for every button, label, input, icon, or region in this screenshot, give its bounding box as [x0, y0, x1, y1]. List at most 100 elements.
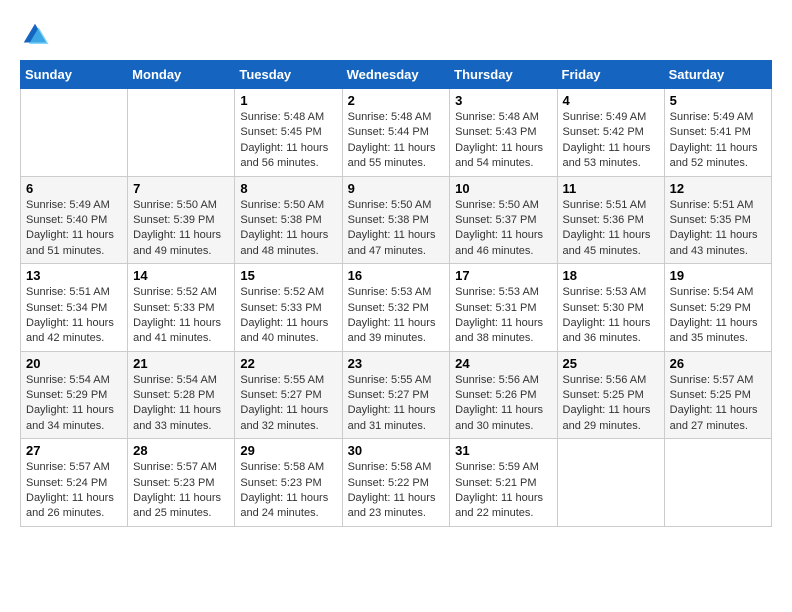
day-info: Sunrise: 5:54 AMSunset: 5:29 PMDaylight:…: [26, 373, 122, 435]
calendar-cell: 20 Sunrise: 5:54 AMSunset: 5:29 PMDayligh…: [21, 351, 128, 439]
weekday-header: Friday: [557, 61, 664, 89]
calendar-cell: 28 Sunrise: 5:57 AMSunset: 5:23 PMDayligh…: [128, 439, 235, 527]
day-info: Sunrise: 5:56 AMSunset: 5:25 PMDaylight:…: [563, 373, 659, 435]
day-number: 25: [563, 356, 659, 371]
day-number: 14: [133, 268, 229, 283]
weekday-header: Monday: [128, 61, 235, 89]
day-info: Sunrise: 5:57 AMSunset: 5:24 PMDaylight:…: [26, 460, 122, 522]
day-number: 18: [563, 268, 659, 283]
calendar-cell: 9 Sunrise: 5:50 AMSunset: 5:38 PMDaylight…: [342, 176, 450, 264]
page-header: [20, 20, 772, 50]
day-number: 17: [455, 268, 551, 283]
day-info: Sunrise: 5:49 AMSunset: 5:40 PMDaylight:…: [26, 198, 122, 260]
calendar-cell: [128, 89, 235, 177]
day-info: Sunrise: 5:58 AMSunset: 5:23 PMDaylight:…: [240, 460, 336, 522]
day-info: Sunrise: 5:50 AMSunset: 5:39 PMDaylight:…: [133, 198, 229, 260]
weekday-header: Thursday: [450, 61, 557, 89]
day-number: 8: [240, 181, 336, 196]
weekday-header: Tuesday: [235, 61, 342, 89]
day-number: 5: [670, 93, 766, 108]
calendar-cell: 14Sunrise: 5:52 AMSunset: 5:33 PMDayligh…: [128, 264, 235, 352]
day-number: 1: [240, 93, 336, 108]
calendar-cell: [664, 439, 771, 527]
calendar-cell: 13Sunrise: 5:51 AMSunset: 5:34 PMDayligh…: [21, 264, 128, 352]
day-info: Sunrise: 5:52 AMSunset: 5:33 PMDaylight:…: [240, 285, 336, 347]
calendar-cell: 4 Sunrise: 5:49 AMSunset: 5:42 PMDaylight…: [557, 89, 664, 177]
day-number: 16: [348, 268, 445, 283]
calendar-week-row: 6Sunrise: 5:49 AMSunset: 5:40 PMDaylight…: [21, 176, 772, 264]
calendar-cell: 19 Sunrise: 5:54 AMSunset: 5:29 PMDayligh…: [664, 264, 771, 352]
day-info: Sunrise: 5:54 AMSunset: 5:28 PMDaylight:…: [133, 373, 229, 435]
calendar-cell: 21 Sunrise: 5:54 AMSunset: 5:28 PMDayligh…: [128, 351, 235, 439]
day-number: 4: [563, 93, 659, 108]
day-number: 20: [26, 356, 122, 371]
calendar-week-row: 27Sunrise: 5:57 AMSunset: 5:24 PMDayligh…: [21, 439, 772, 527]
day-number: 24: [455, 356, 551, 371]
day-info: Sunrise: 5:55 AMSunset: 5:27 PMDaylight:…: [348, 373, 445, 435]
calendar-cell: 27Sunrise: 5:57 AMSunset: 5:24 PMDayligh…: [21, 439, 128, 527]
weekday-header: Wednesday: [342, 61, 450, 89]
day-info: Sunrise: 5:54 AMSunset: 5:29 PMDaylight:…: [670, 285, 766, 347]
calendar-cell: 5 Sunrise: 5:49 AMSunset: 5:41 PMDaylight…: [664, 89, 771, 177]
day-info: Sunrise: 5:49 AMSunset: 5:42 PMDaylight:…: [563, 110, 659, 172]
calendar-cell: 6Sunrise: 5:49 AMSunset: 5:40 PMDaylight…: [21, 176, 128, 264]
day-number: 29: [240, 443, 336, 458]
day-number: 10: [455, 181, 551, 196]
calendar-cell: 24 Sunrise: 5:56 AMSunset: 5:26 PMDayligh…: [450, 351, 557, 439]
calendar-table: SundayMondayTuesdayWednesdayThursdayFrid…: [20, 60, 772, 527]
day-number: 23: [348, 356, 445, 371]
day-info: Sunrise: 5:48 AMSunset: 5:45 PMDaylight:…: [240, 110, 336, 172]
calendar-week-row: 1 Sunrise: 5:48 AMSunset: 5:45 PMDaylight…: [21, 89, 772, 177]
day-number: 12: [670, 181, 766, 196]
day-number: 19: [670, 268, 766, 283]
weekday-header: Saturday: [664, 61, 771, 89]
calendar-cell: [21, 89, 128, 177]
calendar-week-row: 13Sunrise: 5:51 AMSunset: 5:34 PMDayligh…: [21, 264, 772, 352]
calendar-cell: 8Sunrise: 5:50 AMSunset: 5:38 PMDaylight…: [235, 176, 342, 264]
calendar-cell: 17Sunrise: 5:53 AMSunset: 5:31 PMDayligh…: [450, 264, 557, 352]
calendar-cell: 2 Sunrise: 5:48 AMSunset: 5:44 PMDaylight…: [342, 89, 450, 177]
day-number: 11: [563, 181, 659, 196]
day-number: 9: [348, 181, 445, 196]
day-number: 28: [133, 443, 229, 458]
calendar-cell: 15 Sunrise: 5:52 AMSunset: 5:33 PMDayligh…: [235, 264, 342, 352]
calendar-cell: 1 Sunrise: 5:48 AMSunset: 5:45 PMDaylight…: [235, 89, 342, 177]
day-info: Sunrise: 5:53 AMSunset: 5:32 PMDaylight:…: [348, 285, 445, 347]
day-info: Sunrise: 5:59 AMSunset: 5:21 PMDaylight:…: [455, 460, 551, 522]
day-number: 15: [240, 268, 336, 283]
logo: [20, 20, 54, 50]
calendar-cell: 22 Sunrise: 5:55 AMSunset: 5:27 PMDayligh…: [235, 351, 342, 439]
day-info: Sunrise: 5:56 AMSunset: 5:26 PMDaylight:…: [455, 373, 551, 435]
day-info: Sunrise: 5:58 AMSunset: 5:22 PMDaylight:…: [348, 460, 445, 522]
weekday-header: Sunday: [21, 61, 128, 89]
calendar-cell: 7 Sunrise: 5:50 AMSunset: 5:39 PMDaylight…: [128, 176, 235, 264]
calendar-cell: 12Sunrise: 5:51 AMSunset: 5:35 PMDayligh…: [664, 176, 771, 264]
calendar-cell: 23 Sunrise: 5:55 AMSunset: 5:27 PMDayligh…: [342, 351, 450, 439]
day-info: Sunrise: 5:48 AMSunset: 5:44 PMDaylight:…: [348, 110, 445, 172]
day-number: 13: [26, 268, 122, 283]
day-info: Sunrise: 5:55 AMSunset: 5:27 PMDaylight:…: [240, 373, 336, 435]
day-number: 31: [455, 443, 551, 458]
calendar-cell: 31 Sunrise: 5:59 AMSunset: 5:21 PMDayligh…: [450, 439, 557, 527]
day-number: 7: [133, 181, 229, 196]
calendar-cell: 25 Sunrise: 5:56 AMSunset: 5:25 PMDayligh…: [557, 351, 664, 439]
day-info: Sunrise: 5:57 AMSunset: 5:23 PMDaylight:…: [133, 460, 229, 522]
day-number: 26: [670, 356, 766, 371]
day-number: 21: [133, 356, 229, 371]
day-number: 2: [348, 93, 445, 108]
calendar-cell: [557, 439, 664, 527]
calendar-header-row: SundayMondayTuesdayWednesdayThursdayFrid…: [21, 61, 772, 89]
day-info: Sunrise: 5:48 AMSunset: 5:43 PMDaylight:…: [455, 110, 551, 172]
calendar-cell: 3 Sunrise: 5:48 AMSunset: 5:43 PMDaylight…: [450, 89, 557, 177]
day-number: 30: [348, 443, 445, 458]
day-info: Sunrise: 5:51 AMSunset: 5:36 PMDaylight:…: [563, 198, 659, 260]
day-info: Sunrise: 5:49 AMSunset: 5:41 PMDaylight:…: [670, 110, 766, 172]
calendar-cell: 16 Sunrise: 5:53 AMSunset: 5:32 PMDayligh…: [342, 264, 450, 352]
day-info: Sunrise: 5:50 AMSunset: 5:38 PMDaylight:…: [348, 198, 445, 260]
day-info: Sunrise: 5:57 AMSunset: 5:25 PMDaylight:…: [670, 373, 766, 435]
logo-icon: [20, 20, 50, 50]
calendar-cell: 26 Sunrise: 5:57 AMSunset: 5:25 PMDayligh…: [664, 351, 771, 439]
day-number: 3: [455, 93, 551, 108]
day-number: 22: [240, 356, 336, 371]
calendar-cell: 18Sunrise: 5:53 AMSunset: 5:30 PMDayligh…: [557, 264, 664, 352]
